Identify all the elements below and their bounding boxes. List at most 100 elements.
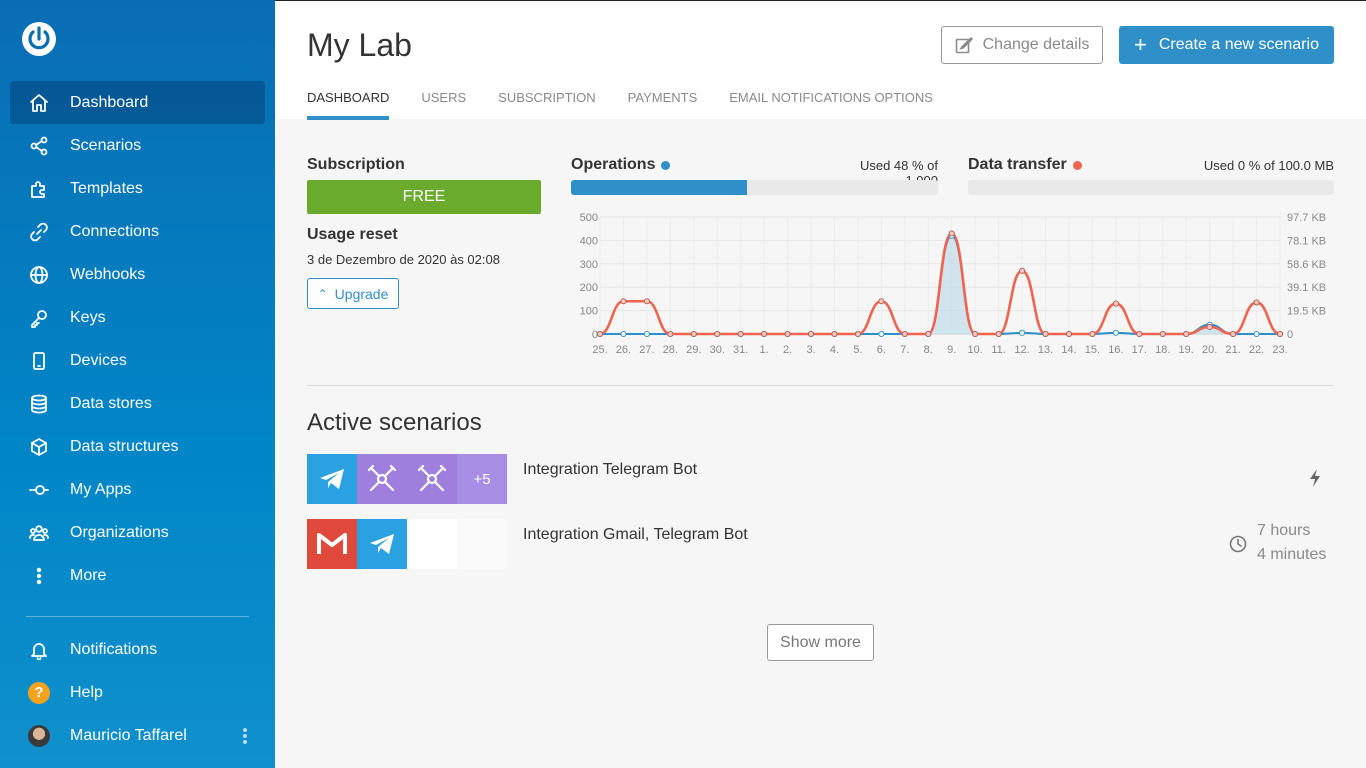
chart-x-tick: 22. xyxy=(1249,344,1264,356)
sidebar-item-organizations[interactable]: Organizations xyxy=(10,511,265,554)
chart-x-tick: 12. xyxy=(1014,344,1029,356)
plus-icon: + xyxy=(1134,32,1147,57)
chart-point-data-transfer xyxy=(690,330,697,338)
upgrade-button[interactable]: ⌃ Upgrade xyxy=(307,278,399,309)
chart-point-data-transfer xyxy=(1183,330,1190,338)
chart-x-tick: 6. xyxy=(877,344,886,356)
tab-users[interactable]: USERS xyxy=(421,89,466,120)
scenario-name[interactable]: Integration Gmail, Telegram Bot xyxy=(523,526,748,544)
create-scenario-button[interactable]: + Create a new scenario xyxy=(1119,26,1334,64)
sidebar-item-keys[interactable]: Keys xyxy=(10,296,265,339)
telegram-icon xyxy=(357,519,407,569)
chart-point-data-transfer xyxy=(1019,267,1026,274)
create-scenario-label: Create a new scenario xyxy=(1158,36,1319,53)
chart-x-tick: 28. xyxy=(663,344,678,356)
chart-point-data-transfer xyxy=(620,298,627,305)
chart-point-data-transfer xyxy=(925,330,932,338)
tools-icon xyxy=(357,454,407,504)
sidebar-divider xyxy=(26,616,249,617)
show-more-button[interactable]: Show more xyxy=(767,624,874,661)
subscription-title: Subscription xyxy=(307,156,405,173)
sidebar-item-devices[interactable]: Devices xyxy=(10,339,265,382)
chart-x-tick: 7. xyxy=(900,344,909,356)
app-node-icon xyxy=(28,479,50,501)
operations-progress xyxy=(571,180,938,195)
chart-point-data-transfer xyxy=(995,330,1002,338)
sidebar-item-help[interactable]: ? Help xyxy=(10,671,265,714)
app-tiles: +5 xyxy=(307,454,507,504)
sidebar-item-data-stores[interactable]: Data stores xyxy=(10,382,265,425)
chart-y2-tick: 58.6 KB xyxy=(1287,259,1326,271)
chart-y-tick: 300 xyxy=(580,259,598,271)
chart-point-data-transfer xyxy=(854,330,861,338)
chart-point-data-transfer xyxy=(1089,330,1096,338)
chart-x-tick: 11. xyxy=(991,344,1005,356)
chart-x-tick: 20. xyxy=(1202,344,1217,356)
sidebar-item-data-structures[interactable]: Data structures xyxy=(10,425,265,468)
tab-dashboard[interactable]: DASHBOARD xyxy=(307,89,390,120)
chart-x-tick: 29. xyxy=(686,344,701,356)
chart-point-data-transfer xyxy=(596,330,604,338)
chart-point-data-transfer xyxy=(1206,323,1213,331)
sidebar-bottom: Notifications ? Help Mauricio Taffarel xyxy=(10,628,265,757)
clock-icon xyxy=(1229,535,1247,553)
tab-subscription[interactable]: SUBSCRIPTION xyxy=(498,89,596,120)
home-icon xyxy=(28,92,50,114)
sidebar: Dashboard Scenarios Templates Connection… xyxy=(0,0,275,768)
scenario-schedule-minutes: 4 minutes xyxy=(1257,546,1327,563)
chart-point-data-transfer xyxy=(1230,330,1237,338)
sidebar-item-user[interactable]: Mauricio Taffarel xyxy=(10,714,265,757)
scenario-schedule-hours: 7 hours xyxy=(1257,522,1311,539)
sidebar-item-label: Data stores xyxy=(70,394,152,412)
chart-point-data-transfer xyxy=(737,330,744,338)
active-scenarios-title: Active scenarios xyxy=(307,409,482,436)
app-tiles xyxy=(307,519,507,569)
sidebar-item-label: My Apps xyxy=(70,480,132,498)
data-transfer-title-text: Data transfer xyxy=(968,156,1067,173)
sidebar-item-notifications[interactable]: Notifications xyxy=(10,628,265,671)
scenario-name[interactable]: Integration Telegram Bot xyxy=(523,461,697,479)
scenario-row[interactable]: Integration Gmail, Telegram Bot xyxy=(307,519,1334,569)
chart-point-data-transfer xyxy=(807,330,815,338)
usage-reset-title: Usage reset xyxy=(307,226,398,243)
sidebar-item-scenarios[interactable]: Scenarios xyxy=(10,124,265,167)
operations-progress-fill xyxy=(571,180,748,195)
chart-y-tick: 500 xyxy=(580,212,598,224)
usage-chart: 0 0 100 19.5 KB 200 39.1 KB 300 58.6 KB 400 78.1 … xyxy=(580,212,1327,356)
chart-x-tick: 14. xyxy=(1061,344,1076,356)
chart-point-data-transfer xyxy=(1136,330,1143,338)
chart-x-tick: 16. xyxy=(1108,344,1123,356)
chart-point-data-transfer xyxy=(901,330,908,338)
change-details-button[interactable]: Change details xyxy=(941,26,1103,64)
sidebar-item-connections[interactable]: Connections xyxy=(10,210,265,253)
tab-payments[interactable]: PAYMENTS xyxy=(628,89,698,120)
chart-point-operations xyxy=(878,330,885,338)
sidebar-item-label: Notifications xyxy=(70,640,158,658)
chart-point-data-transfer xyxy=(1042,330,1049,338)
cube-icon xyxy=(28,436,50,458)
chart-x-tick: 9. xyxy=(947,344,956,356)
sidebar-item-templates[interactable]: Templates xyxy=(10,167,265,210)
sidebar-item-label: Keys xyxy=(70,308,106,326)
sidebar-item-webhooks[interactable]: Webhooks xyxy=(10,253,265,296)
chart-point-data-transfer xyxy=(784,330,791,338)
database-icon xyxy=(28,393,50,415)
chart-y2-tick: 97.7 KB xyxy=(1287,212,1326,224)
sidebar-item-label: Webhooks xyxy=(70,265,146,283)
chart-x-tick: 27. xyxy=(639,344,654,356)
chart-x-tick: 2. xyxy=(783,344,792,356)
help-icon: ? xyxy=(28,681,50,704)
power-logo-icon[interactable] xyxy=(20,20,58,58)
page-title: My Lab xyxy=(307,27,412,63)
tab-email-notifications[interactable]: EMAIL NOTIFICATIONS OPTIONS xyxy=(729,89,933,120)
data-transfer-progress xyxy=(968,180,1334,195)
scenario-row[interactable]: +5 Integration Telegram Bot xyxy=(307,454,1334,504)
operations-title: Operations xyxy=(571,156,671,174)
user-menu-icon[interactable] xyxy=(243,728,247,746)
chart-x-tick: 5. xyxy=(853,344,862,356)
sidebar-item-label: Connections xyxy=(70,222,159,240)
empty-tile xyxy=(407,519,457,569)
sidebar-item-my-apps[interactable]: My Apps xyxy=(10,468,265,511)
sidebar-item-more[interactable]: More xyxy=(10,554,265,597)
sidebar-item-dashboard[interactable]: Dashboard xyxy=(10,81,265,124)
